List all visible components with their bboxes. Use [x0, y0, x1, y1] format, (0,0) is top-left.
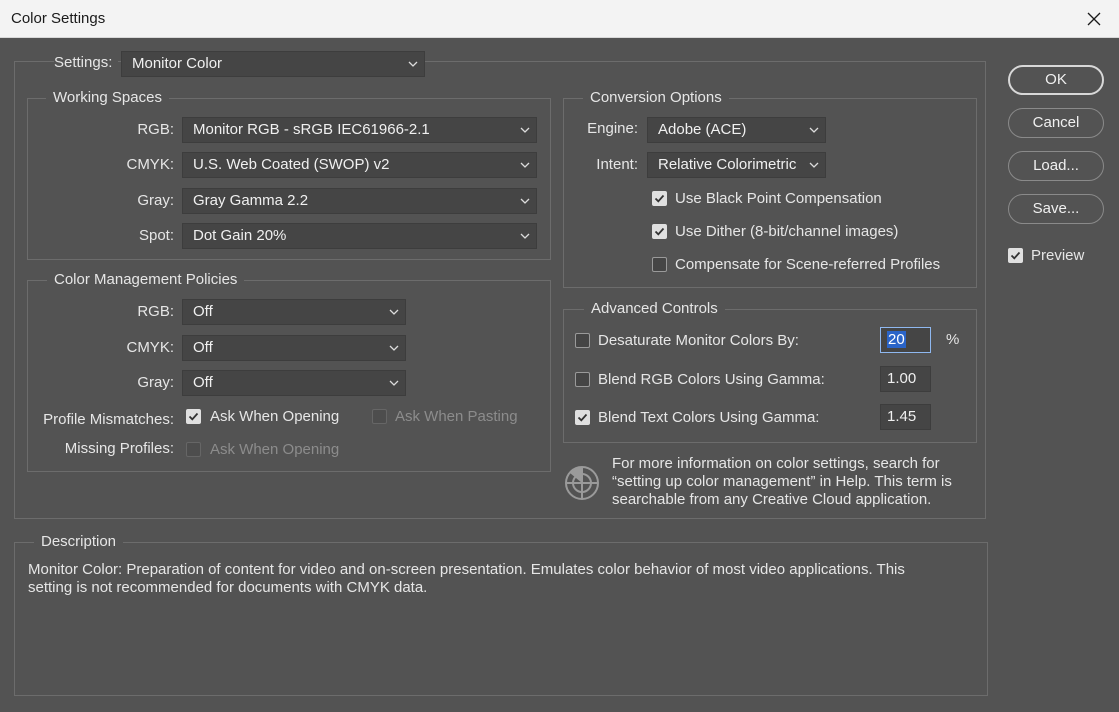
- cmp-gray-label: Gray:: [137, 374, 174, 391]
- title-bar: Color Settings: [0, 0, 1119, 38]
- desaturate-unit: %: [946, 331, 960, 348]
- chevron-down-icon: [389, 309, 399, 315]
- cmp-rgb-label: RGB:: [137, 303, 174, 320]
- policies-legend: Color Management Policies: [47, 271, 245, 289]
- ws-gray-value: Gray Gamma 2.2: [193, 192, 309, 209]
- profile-mismatches-label: Profile Mismatches:: [43, 411, 174, 428]
- cmp-cmyk-dropdown[interactable]: Off: [182, 335, 406, 361]
- blend-rgb-label: Blend RGB Colors Using Gamma:: [598, 371, 825, 388]
- dither-label: Use Dither (8-bit/channel images): [675, 223, 899, 240]
- chevron-down-icon: [389, 345, 399, 351]
- blend-text-label: Blend Text Colors Using Gamma:: [598, 409, 820, 426]
- description-text: Monitor Color: Preparation of content fo…: [28, 561, 905, 597]
- window-title: Color Settings: [11, 10, 106, 27]
- cmp-gray-dropdown[interactable]: Off: [182, 370, 406, 396]
- cmp-rgb-dropdown[interactable]: Off: [182, 299, 406, 325]
- blend-text-value: 1.45: [887, 408, 917, 425]
- description-line-1: Monitor Color: Preparation of content fo…: [28, 561, 905, 578]
- ask-when-opening-mismatch-label: Ask When Opening: [210, 408, 340, 425]
- desaturate-checkbox[interactable]: [575, 333, 590, 348]
- blend-rgb-input[interactable]: 1.00: [880, 366, 931, 392]
- missing-profiles-label: Missing Profiles:: [64, 440, 174, 457]
- desaturate-label: Desaturate Monitor Colors By:: [598, 332, 799, 349]
- blend-rgb-checkbox[interactable]: [575, 372, 590, 387]
- ask-when-pasting-label: Ask When Pasting: [395, 408, 518, 425]
- info-line-2: “setting up color management” in Help. T…: [612, 473, 952, 490]
- intent-label: Intent:: [596, 156, 638, 173]
- description-line-2: setting is not recommended for documents…: [28, 579, 428, 596]
- chevron-down-icon: [809, 127, 819, 133]
- engine-dropdown[interactable]: Adobe (ACE): [647, 117, 826, 143]
- advanced-legend: Advanced Controls: [584, 300, 725, 318]
- cmp-cmyk-value: Off: [193, 339, 213, 356]
- intent-value: Relative Colorimetric: [658, 156, 797, 173]
- ask-when-opening-mismatch-checkbox[interactable]: [186, 409, 201, 424]
- scene-referred-checkbox[interactable]: [652, 257, 667, 272]
- check-icon: [188, 412, 199, 421]
- black-point-label: Use Black Point Compensation: [675, 190, 882, 207]
- settings-dropdown[interactable]: Monitor Color: [121, 51, 425, 77]
- ws-cmyk-value: U.S. Web Coated (SWOP) v2: [193, 156, 390, 173]
- chevron-down-icon: [520, 162, 530, 168]
- conversion-legend: Conversion Options: [583, 89, 729, 107]
- chevron-down-icon: [520, 198, 530, 204]
- save-button[interactable]: Save...: [1008, 194, 1104, 224]
- ws-spot-value: Dot Gain 20%: [193, 227, 287, 244]
- scene-referred-label: Compensate for Scene-referred Profiles: [675, 256, 941, 273]
- intent-dropdown[interactable]: Relative Colorimetric: [647, 152, 826, 178]
- ask-when-pasting-checkbox[interactable]: [372, 409, 387, 424]
- ws-rgb-value: Monitor RGB - sRGB IEC61966-2.1: [193, 121, 430, 138]
- info-line-3: searchable from any Creative Cloud appli…: [612, 491, 932, 508]
- color-wheel-icon: [563, 464, 601, 506]
- ws-cmyk-dropdown[interactable]: U.S. Web Coated (SWOP) v2: [182, 152, 537, 178]
- ws-rgb-label: RGB:: [137, 121, 174, 138]
- desaturate-input[interactable]: 20: [880, 327, 931, 353]
- desaturate-value: 20: [887, 331, 906, 348]
- ask-when-opening-missing-label: Ask When Opening: [210, 441, 340, 458]
- load-button[interactable]: Load...: [1008, 151, 1104, 181]
- chevron-down-icon: [809, 162, 819, 168]
- ws-gray-dropdown[interactable]: Gray Gamma 2.2: [182, 188, 537, 214]
- cmp-cmyk-label: CMYK:: [126, 339, 174, 356]
- preview-checkbox[interactable]: [1008, 248, 1023, 263]
- blend-rgb-value: 1.00: [887, 370, 917, 387]
- description-legend: Description: [34, 533, 124, 551]
- settings-value: Monitor Color: [132, 55, 223, 72]
- ws-spot-dropdown[interactable]: Dot Gain 20%: [182, 223, 537, 249]
- ws-spot-label: Spot:: [138, 227, 174, 244]
- chevron-down-icon: [389, 380, 399, 386]
- settings-label: Settings:: [54, 54, 119, 72]
- black-point-checkbox[interactable]: [652, 191, 667, 206]
- preview-label: Preview: [1031, 247, 1085, 264]
- cmp-rgb-value: Off: [193, 303, 213, 320]
- engine-value: Adobe (ACE): [658, 121, 747, 138]
- info-text: For more information on color settings, …: [612, 455, 952, 509]
- cmp-gray-value: Off: [193, 374, 213, 391]
- chevron-down-icon: [520, 127, 530, 133]
- cancel-button[interactable]: Cancel: [1008, 108, 1104, 138]
- chevron-down-icon: [408, 61, 418, 67]
- check-icon: [654, 227, 665, 236]
- ws-gray-label: Gray:: [137, 192, 174, 209]
- ask-when-opening-missing-checkbox[interactable]: [186, 442, 201, 457]
- engine-label: Engine:: [587, 120, 638, 137]
- blend-text-checkbox[interactable]: [575, 410, 590, 425]
- ws-cmyk-label: CMYK:: [126, 156, 174, 173]
- ws-rgb-dropdown[interactable]: Monitor RGB - sRGB IEC61966-2.1: [182, 117, 537, 143]
- chevron-down-icon: [520, 233, 530, 239]
- check-icon: [654, 194, 665, 203]
- blend-text-input[interactable]: 1.45: [880, 404, 931, 430]
- info-line-1: For more information on color settings, …: [612, 455, 940, 472]
- check-icon: [1010, 251, 1021, 260]
- dither-checkbox[interactable]: [652, 224, 667, 239]
- working-spaces-legend: Working Spaces: [46, 89, 169, 107]
- check-icon: [577, 413, 588, 422]
- close-icon[interactable]: [1081, 6, 1107, 32]
- ok-button[interactable]: OK: [1008, 65, 1104, 95]
